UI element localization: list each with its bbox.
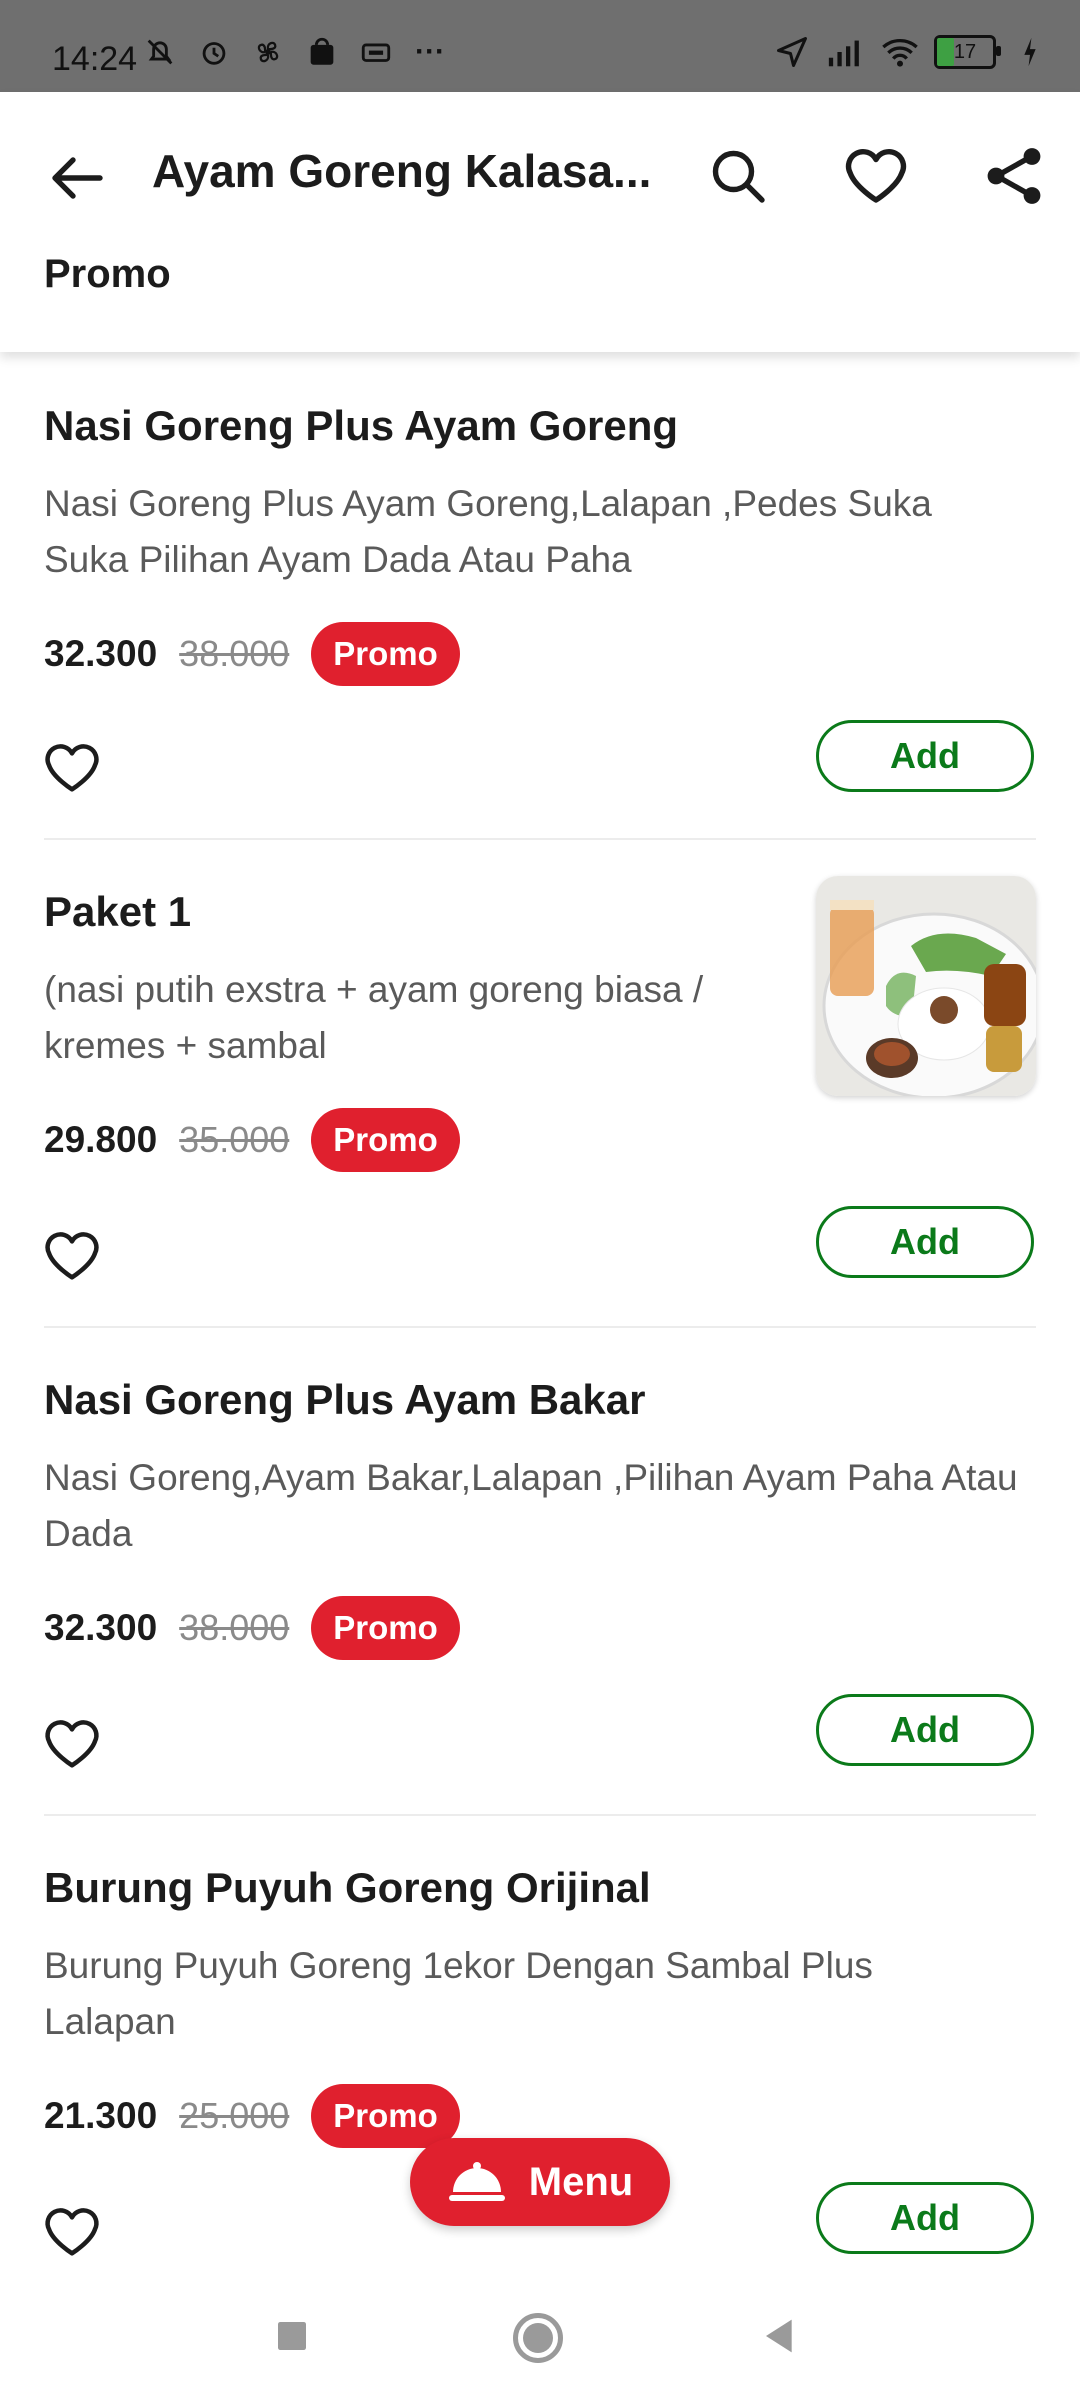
fan-icon (248, 32, 288, 72)
item-price-row: 21.300 25.000 Promo (44, 2084, 460, 2148)
charging-icon (1010, 32, 1050, 72)
notification-icons: ··· (140, 32, 450, 72)
add-button[interactable]: Add (816, 720, 1034, 792)
heart-icon[interactable] (40, 2200, 104, 2264)
heart-icon[interactable] (40, 736, 104, 800)
item-name: Paket 1 (44, 888, 192, 935)
wifi-icon (880, 32, 920, 72)
battery-icon: 17 (934, 35, 1001, 69)
item-name: Burung Puyuh Goreng Orijinal (44, 1864, 651, 1911)
item-price-row: 32.300 38.000 Promo (44, 1596, 460, 1660)
menu-button[interactable]: Menu (410, 2138, 670, 2226)
divider (44, 838, 1036, 840)
promo-badge: Promo (311, 2084, 460, 2148)
promo-badge: Promo (311, 622, 460, 686)
item-price: 32.300 (44, 633, 158, 674)
food-cloche-icon (448, 2162, 505, 2201)
location-icon (772, 32, 812, 72)
recents-icon[interactable] (264, 2308, 320, 2364)
add-button[interactable]: Add (816, 2182, 1034, 2254)
item-description: (nasi putih exstra + ayam goreng biasa /… (44, 969, 704, 1066)
divider (44, 1326, 1036, 1328)
restaurant-header: Ayam Goreng Kalasa... Promo (0, 92, 1080, 352)
item-price-row: 32.300 38.000 Promo (44, 622, 460, 686)
favorite-restaurant-icon[interactable] (840, 140, 912, 212)
back-button[interactable] (40, 142, 112, 214)
system-icons: 17 (772, 32, 1050, 72)
item-name: Nasi Goreng Plus Ayam Goreng (44, 402, 679, 449)
add-button[interactable]: Add (816, 1694, 1034, 1766)
item-original-price: 38.000 (179, 1607, 290, 1648)
card-icon (356, 32, 396, 72)
divider (44, 1814, 1036, 1816)
item-price: 21.300 (44, 2095, 158, 2136)
item-description: Burung Puyuh Goreng 1ekor Dengan Sambal … (44, 1945, 873, 2042)
item-name: Nasi Goreng Plus Ayam Bakar (44, 1376, 646, 1423)
promo-badge: Promo (311, 1108, 460, 1172)
menu-button-label: Menu (528, 2159, 634, 2204)
item-original-price: 38.000 (179, 633, 290, 674)
item-description: Nasi Goreng,Ayam Bakar,Lalapan ,Pilihan … (44, 1457, 1018, 1554)
status-bar: 14:24 ··· 17 (0, 0, 1080, 92)
item-original-price: 35.000 (179, 1119, 290, 1160)
status-time: 14:24 (52, 40, 138, 78)
shop-bag-icon (302, 32, 342, 72)
heart-icon[interactable] (40, 1712, 104, 1776)
heart-icon[interactable] (40, 1224, 104, 1288)
alarm-icon (194, 32, 234, 72)
item-photo[interactable] (816, 876, 1036, 1096)
add-button[interactable]: Add (816, 1206, 1034, 1278)
item-price: 32.300 (44, 1607, 158, 1648)
section-title: Promo (44, 252, 171, 296)
signal-icon (826, 32, 866, 72)
system-nav-bar (0, 2272, 1080, 2400)
share-icon[interactable] (978, 140, 1050, 212)
restaurant-title: Ayam Goreng Kalasa... (152, 145, 652, 197)
bell-off-icon (140, 32, 180, 72)
back-nav-icon[interactable] (752, 2308, 808, 2364)
search-icon[interactable] (702, 140, 774, 212)
home-icon[interactable] (508, 2308, 564, 2364)
more-notifications-icon: ··· (415, 35, 445, 68)
item-price: 29.800 (44, 1119, 158, 1160)
item-description: Nasi Goreng Plus Ayam Goreng,Lalapan ,Pe… (44, 483, 932, 580)
item-price-row: 29.800 35.000 Promo (44, 1108, 460, 1172)
item-original-price: 25.000 (179, 2095, 290, 2136)
promo-badge: Promo (311, 1596, 460, 1660)
